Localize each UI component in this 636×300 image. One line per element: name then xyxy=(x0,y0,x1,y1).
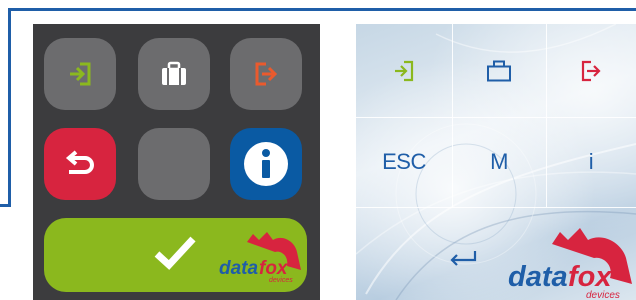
svg-text:devices: devices xyxy=(586,290,620,300)
confirm-key[interactable]: data fox devices xyxy=(356,207,636,300)
svg-text:devices: devices xyxy=(269,277,293,284)
enter-key[interactable] xyxy=(356,24,452,117)
frame-border-top xyxy=(8,8,636,11)
briefcase-icon xyxy=(487,60,511,81)
esc-key[interactable]: ESC xyxy=(356,117,452,207)
m-key-label: M xyxy=(490,149,508,174)
datafox-logo: data fox devices xyxy=(217,226,303,284)
svg-text:fox: fox xyxy=(568,261,613,293)
confirm-button[interactable]: data fox devices xyxy=(44,218,307,292)
dark-keypad-panel: data fox devices xyxy=(33,24,320,300)
briefcase-key[interactable] xyxy=(138,38,210,110)
esc-key-label: ESC xyxy=(382,149,426,174)
svg-text:fox: fox xyxy=(259,258,289,279)
exit-key[interactable] xyxy=(546,24,636,117)
exit-key[interactable] xyxy=(230,38,302,110)
i-key-label: i xyxy=(588,149,594,174)
svg-text:data: data xyxy=(219,258,259,279)
frame-border-left xyxy=(8,8,11,204)
m-key[interactable]: M xyxy=(452,117,546,207)
svg-text:data: data xyxy=(508,261,568,293)
info-icon xyxy=(244,142,288,186)
enter-arrow-icon xyxy=(395,60,414,81)
touch-keypad-panel: ESC M i data fox devices xyxy=(356,24,636,300)
datafox-logo: data fox devices xyxy=(506,220,634,300)
i-key[interactable]: i xyxy=(546,117,636,207)
checkmark-icon xyxy=(154,236,196,270)
undo-arrow-icon xyxy=(65,150,94,174)
briefcase-key[interactable] xyxy=(452,24,546,117)
enter-key[interactable] xyxy=(44,38,116,110)
enter-arrow-icon xyxy=(70,62,91,86)
blank-key[interactable] xyxy=(138,128,210,200)
exit-arrow-icon xyxy=(255,62,278,86)
exit-arrow-icon xyxy=(581,60,601,81)
info-key[interactable] xyxy=(230,128,302,200)
frame-border-tick xyxy=(0,204,11,207)
return-arrow-icon xyxy=(450,251,477,266)
back-key[interactable] xyxy=(44,128,116,200)
briefcase-icon xyxy=(162,61,186,85)
